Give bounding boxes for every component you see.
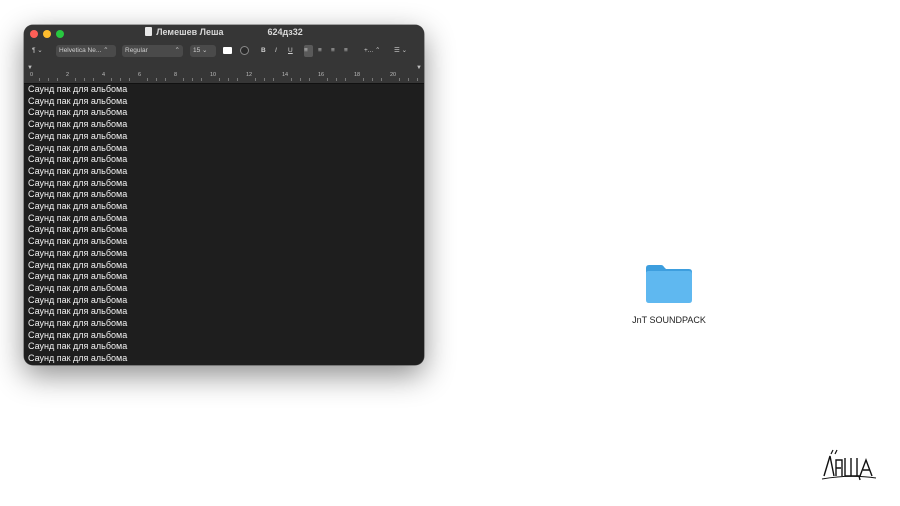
text-line: Саунд пак для альбома: [28, 212, 128, 223]
text-line: Саунд пак для альбома: [28, 130, 128, 141]
font-size-field[interactable]: 15 ⌄: [190, 45, 216, 57]
text-line: Саунд пак для альбома: [28, 353, 128, 364]
folder-icon[interactable]: [644, 262, 694, 304]
text-line: Саунд пак для альбома: [28, 154, 128, 165]
ruler-tick: [399, 78, 400, 81]
ruler-tick: [84, 78, 85, 81]
text-line: Саунд пак для альбома: [28, 95, 128, 106]
text-line: Саунд пак для альбома: [28, 189, 128, 200]
document-text-area[interactable]: Саунд пак для альбома Саунд пак для альбо…: [24, 84, 424, 365]
ruler-tick: [381, 78, 382, 81]
ruler-tick: [255, 78, 256, 81]
ruler-tick: [291, 78, 292, 81]
document-icon: [145, 27, 153, 36]
ruler-tick: [372, 78, 373, 81]
format-toolbar: ¶ ⌄ Helvetica Ne... ⌃ Regular ⌃ 15 ⌄ B I …: [24, 45, 424, 59]
underline-button[interactable]: U: [288, 45, 293, 57]
ruler-tick: [57, 78, 58, 81]
text-line: Саунд пак для альбома: [28, 282, 128, 293]
text-color-well[interactable]: [223, 47, 232, 54]
ruler[interactable]: ▼ ▼ 0 2 4 6 8 10 12 14 16 18 20: [24, 63, 424, 81]
bold-button[interactable]: B: [261, 45, 266, 57]
ruler-tick: [300, 78, 301, 81]
ruler-tick-label: 12: [246, 72, 253, 78]
ruler-tick-label: 14: [282, 72, 289, 78]
list-style-select[interactable]: ☰ ⌄: [394, 45, 407, 57]
ruler-tick: [120, 78, 121, 81]
ruler-tick: [48, 78, 49, 81]
ruler-tick: [183, 78, 184, 81]
text-line: Саунд пак для альбома: [28, 224, 128, 235]
text-line: Саунд пак для альбома: [28, 329, 128, 340]
text-line: Саунд пак для альбома: [28, 271, 128, 282]
text-line: Саунд пак для альбома: [28, 84, 128, 94]
ruler-tick: [192, 78, 193, 81]
text-line: Саунд пак для альбома: [28, 236, 128, 247]
window-title: Лемешев Леша 624дз32: [24, 27, 424, 41]
justify-button[interactable]: ≡: [344, 45, 348, 57]
ruler-tick-label: 0: [30, 72, 34, 78]
ruler-tick-label: 18: [354, 72, 361, 78]
textedit-window: Лемешев Леша 624дз32 ¶ ⌄ Helvetica Ne... …: [24, 25, 424, 365]
ruler-ticks: 0 2 4 6 8 10 12 14 16 18 20: [24, 72, 424, 81]
ruler-tick: [237, 78, 238, 81]
ruler-tick: [219, 78, 220, 81]
ruler-tick: [417, 78, 418, 81]
ruler-tick: [264, 78, 265, 81]
italic-button[interactable]: I: [275, 45, 277, 57]
ruler-tick: [93, 78, 94, 81]
title-bar[interactable]: Лемешев Леша 624дз32 ¶ ⌄ Helvetica Ne... …: [24, 25, 424, 84]
text-line: Саунд пак для альбома: [28, 259, 128, 270]
align-right-button[interactable]: ≡: [331, 45, 335, 57]
document-title: Лемешев Леша: [156, 27, 224, 37]
background-color-well[interactable]: [240, 46, 249, 55]
ruler-tick: [228, 78, 229, 81]
font-style-select[interactable]: Regular ⌃: [122, 45, 183, 57]
text-line: Саунд пак для альбома: [28, 177, 128, 188]
secondary-title: 624дз32: [267, 27, 303, 37]
ruler-tick: [111, 78, 112, 81]
ruler-tick-label: 6: [138, 72, 142, 78]
ruler-tick: [147, 78, 148, 81]
ruler-tick-label: 10: [210, 72, 217, 78]
ruler-tick: [345, 78, 346, 81]
align-left-button[interactable]: ≡: [304, 45, 313, 57]
ruler-tick: [201, 78, 202, 81]
ruler-tick-label: 4: [102, 72, 106, 78]
text-line: Саунд пак для альбома: [28, 318, 128, 329]
ruler-tick-label: 8: [174, 72, 178, 78]
ruler-tick: [408, 78, 409, 81]
paragraph-style-button[interactable]: ¶ ⌄: [32, 45, 43, 57]
signature-logo: [820, 444, 880, 484]
ruler-tick-label: 16: [318, 72, 325, 78]
text-line: Саунд пак для альбома: [28, 294, 128, 305]
text-line: Саунд пак для альбома: [28, 306, 128, 317]
text-line: Саунд пак для альбома: [28, 142, 128, 153]
font-family-select[interactable]: Helvetica Ne... ⌃: [56, 45, 116, 57]
folder-label[interactable]: JnT SOUNDPACK: [618, 315, 720, 325]
text-line: Саунд пак для альбома: [28, 201, 128, 212]
ruler-tick: [327, 78, 328, 81]
line-spacing-select[interactable]: +... ⌃: [364, 45, 380, 57]
text-line: Саунд пак для альбома: [28, 341, 128, 352]
ruler-tick: [336, 78, 337, 81]
ruler-tick: [165, 78, 166, 81]
ruler-tick: [156, 78, 157, 81]
ruler-tick: [309, 78, 310, 81]
text-line: Саунд пак для альбома: [28, 247, 128, 258]
text-line: Саунд пак для альбома: [28, 107, 128, 118]
ruler-tick: [363, 78, 364, 81]
ruler-tick: [273, 78, 274, 81]
right-margin-marker-icon[interactable]: ▼: [416, 65, 422, 71]
ruler-tick: [75, 78, 76, 81]
ruler-tick-label: 2: [66, 72, 70, 78]
align-center-button[interactable]: ≡: [318, 45, 322, 57]
text-line: Саунд пак для альбома: [28, 165, 128, 176]
ruler-tick: [129, 78, 130, 81]
ruler-tick-label: 20: [390, 72, 397, 78]
ruler-tick: [39, 78, 40, 81]
text-line: Саунд пак для альбома: [28, 119, 128, 130]
indent-marker-icon[interactable]: ▼: [27, 65, 33, 71]
